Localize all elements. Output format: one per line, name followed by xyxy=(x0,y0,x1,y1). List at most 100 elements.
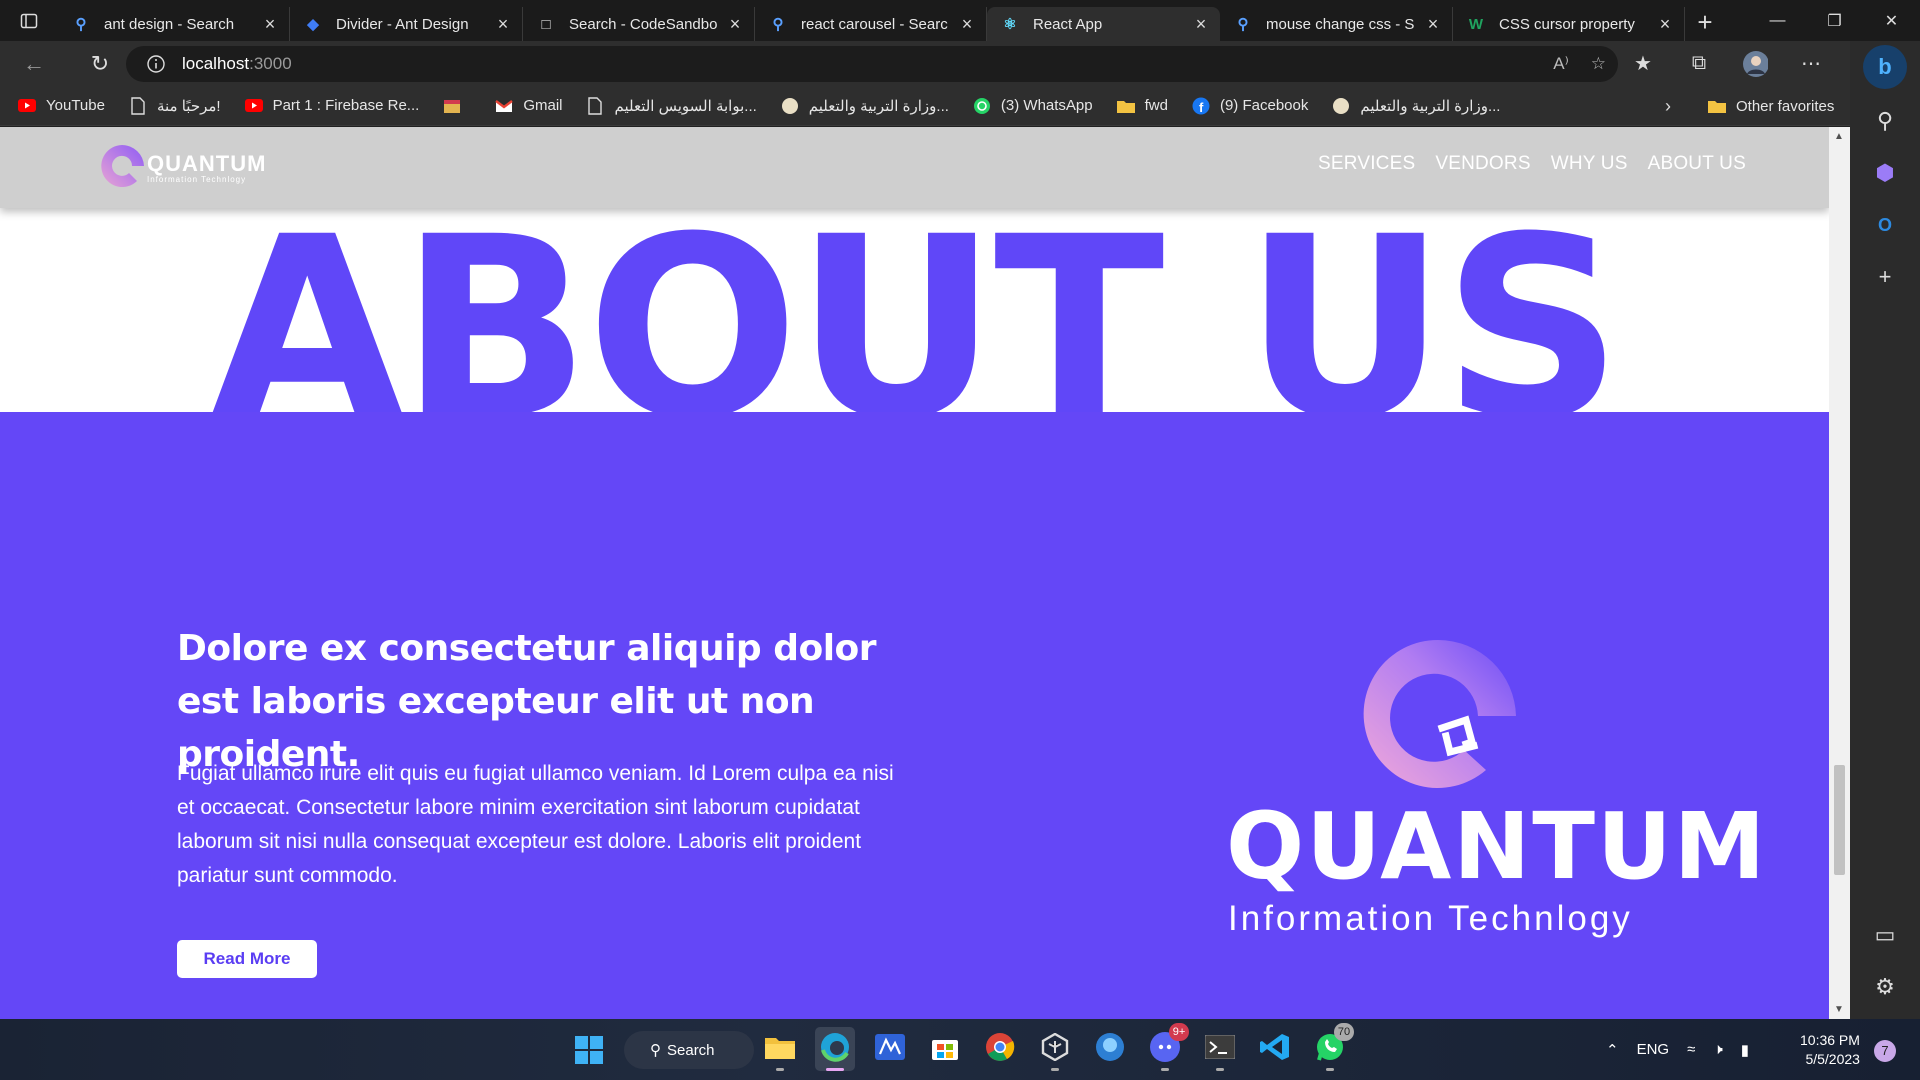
show-hidden-icons-chevron-icon[interactable]: ⌃ xyxy=(1606,1041,1619,1059)
taskbar-app-whatsapp[interactable]: 70 xyxy=(1310,1023,1354,1071)
close-tab-icon[interactable]: × xyxy=(1192,15,1210,33)
page-scrollbar[interactable]: ▲ ▼ xyxy=(1829,127,1850,1019)
bookmark-9[interactable]: fwd xyxy=(1116,97,1168,115)
tab-7[interactable]: W CSS cursor property × xyxy=(1453,7,1685,41)
outlook-icon: O xyxy=(1877,214,1892,235)
add-favorite-icon[interactable]: ☆ xyxy=(1591,54,1606,74)
profile-avatar[interactable] xyxy=(1742,50,1768,77)
bookmark-label: بوابة السويس التعليم... xyxy=(614,97,757,115)
restore-button[interactable]: ❐ xyxy=(1806,0,1863,41)
bookmark-6[interactable]: بوابة السويس التعليم... xyxy=(586,96,757,115)
bookmark-5[interactable]: Gmail xyxy=(495,97,562,115)
language-indicator[interactable]: ENG xyxy=(1637,1041,1670,1058)
tab-2[interactable]: ◆ Divider - Ant Design × xyxy=(290,7,523,41)
tab-4[interactable]: ⚲ react carousel - Searc × xyxy=(755,7,987,41)
search-icon: ⚲ xyxy=(1237,16,1249,33)
nav-link-vendors[interactable]: VENDORS xyxy=(1435,153,1530,175)
notification-badge[interactable]: 7 xyxy=(1874,1040,1896,1062)
new-tab-button[interactable]: + xyxy=(1685,7,1725,41)
mathway-icon xyxy=(875,1033,905,1065)
tab-3[interactable]: □ Search - CodeSandbo × xyxy=(523,7,755,41)
read-more-button[interactable]: Read More xyxy=(177,940,317,978)
w3schools-icon: W xyxy=(1468,15,1484,33)
ministry-icon xyxy=(781,97,799,115)
bing-icon: b xyxy=(1878,54,1892,79)
search-icon: ⚲ xyxy=(772,16,784,33)
more-options-icon[interactable]: ⋯ xyxy=(1798,51,1824,77)
page-viewport: QUANTUM Information Technlogy SERVICES VE… xyxy=(0,127,1829,1019)
bookmark-10[interactable]: f (9) Facebook xyxy=(1192,97,1308,115)
battery-icon[interactable]: ▮ xyxy=(1741,1041,1749,1059)
close-tab-icon[interactable]: × xyxy=(494,15,512,33)
taskbar-app-edge[interactable] xyxy=(815,1027,855,1071)
react-icon: ⚛ xyxy=(1003,16,1017,33)
ant-design-icon: ◆ xyxy=(307,16,319,33)
close-tab-icon[interactable]: × xyxy=(726,15,744,33)
nav-link-services[interactable]: SERVICES xyxy=(1318,153,1415,175)
refresh-button[interactable]: ↻ xyxy=(76,41,124,86)
site-info-icon[interactable] xyxy=(146,54,166,74)
close-tab-icon[interactable]: × xyxy=(958,15,976,33)
scroll-down-arrow-icon[interactable]: ▼ xyxy=(1834,1004,1844,1015)
taskbar-app-vscode[interactable] xyxy=(1255,1027,1295,1071)
scrollbar-thumb[interactable] xyxy=(1834,765,1845,875)
tab-actions-button[interactable] xyxy=(0,0,58,41)
tab-title: Divider - Ant Design xyxy=(336,15,469,33)
bookmark-3[interactable]: Part 1 : Firebase Re... xyxy=(244,97,419,115)
sidebar-hide-button[interactable]: ▭ xyxy=(1865,915,1905,955)
chrome-icon xyxy=(985,1032,1015,1067)
read-aloud-icon[interactable]: A⁾ xyxy=(1553,54,1569,74)
nav-link-about-us[interactable]: ABOUT US xyxy=(1648,153,1746,175)
bookmark-1[interactable]: YouTube xyxy=(18,97,105,115)
taskbar-clock[interactable]: 10:36 PM 5/5/2023 xyxy=(1800,1031,1860,1069)
taskbar-app-sourcetree[interactable] xyxy=(1090,1027,1130,1071)
taskbar-search[interactable]: ⚲ Search xyxy=(624,1031,754,1069)
clock-time: 10:36 PM xyxy=(1800,1032,1860,1048)
close-tab-icon[interactable]: × xyxy=(1424,15,1442,33)
bing-chat-button[interactable]: b xyxy=(1863,45,1907,89)
bookmark-4[interactable] xyxy=(443,97,471,115)
sidebar-add-button[interactable]: + xyxy=(1865,257,1905,297)
sidebar-settings-button[interactable]: ⚙ xyxy=(1865,967,1905,1007)
bookmark-label: (9) Facebook xyxy=(1219,97,1309,114)
nav-link-why-us[interactable]: WHY US xyxy=(1551,153,1628,175)
bookmark-2[interactable]: مرحبًا منة! xyxy=(129,96,221,115)
favorites-icon[interactable]: ★ xyxy=(1630,51,1656,77)
sidebar-search-button[interactable]: ⚲ xyxy=(1865,101,1905,141)
volume-icon[interactable]: 🕨 xyxy=(1713,1041,1722,1058)
address-bar[interactable]: localhost:3000 A⁾ ☆ xyxy=(126,46,1618,82)
site-logo[interactable]: QUANTUM Information Technlogy xyxy=(93,139,266,197)
taskbar-app-terminal[interactable] xyxy=(1200,1027,1240,1071)
terminal-icon xyxy=(1204,1034,1236,1064)
running-indicator xyxy=(1161,1068,1169,1071)
more-favorites-chevron-icon[interactable]: › xyxy=(1665,96,1671,117)
svg-text:f: f xyxy=(1199,100,1204,115)
taskbar-app-microsoft-store[interactable] xyxy=(925,1027,965,1071)
other-favorites-folder[interactable]: Other favorites xyxy=(1708,86,1834,126)
bookmark-8[interactable]: (3) WhatsApp xyxy=(973,97,1093,115)
close-window-button[interactable]: ✕ xyxy=(1863,0,1920,41)
sidebar-outlook-button[interactable]: O xyxy=(1865,205,1905,245)
minimize-button[interactable]: — xyxy=(1749,0,1806,41)
windows-start-icon[interactable] xyxy=(574,1035,604,1065)
bookmark-7[interactable]: وزارة التربية والتعليم... xyxy=(781,97,949,115)
codesandbox-icon: □ xyxy=(541,15,551,33)
taskbar-app-unity[interactable] xyxy=(1035,1027,1075,1071)
search-icon: ⚲ xyxy=(75,16,87,33)
tab-6[interactable]: ⚲ mouse change css - S × xyxy=(1220,7,1453,41)
tab-1[interactable]: ⚲ ant design - Search × xyxy=(58,7,290,41)
collections-icon[interactable]: ⧉ xyxy=(1686,51,1712,77)
taskbar-app-mathway[interactable] xyxy=(870,1027,910,1071)
taskbar-app-file-explorer[interactable] xyxy=(760,1027,800,1071)
wifi-icon[interactable]: ≈ xyxy=(1687,1041,1695,1058)
back-button[interactable]: ← xyxy=(10,41,58,86)
close-tab-icon[interactable]: × xyxy=(261,15,279,33)
taskbar-app-chrome[interactable] xyxy=(980,1027,1020,1071)
close-tab-icon[interactable]: × xyxy=(1656,15,1674,33)
scroll-up-arrow-icon[interactable]: ▲ xyxy=(1834,131,1844,142)
taskbar-app-discord[interactable]: 9+ xyxy=(1145,1023,1189,1071)
bookmark-11[interactable]: وزارة التربية والتعليم... xyxy=(1332,97,1500,115)
tab-5[interactable]: ⚛ React App × xyxy=(987,7,1220,41)
unity-icon xyxy=(1041,1032,1069,1066)
sidebar-copilot-button[interactable]: ⬢ xyxy=(1865,153,1905,193)
